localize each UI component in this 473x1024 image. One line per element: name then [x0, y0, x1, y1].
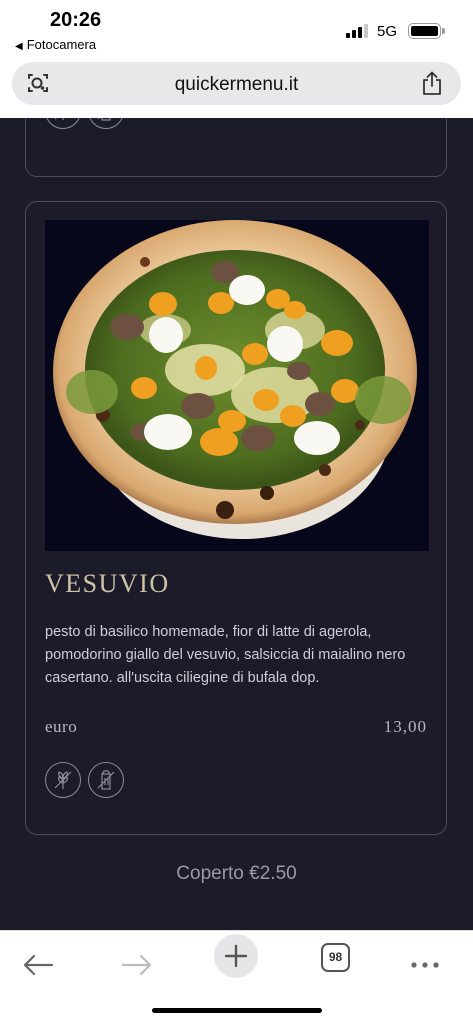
plus-icon — [224, 944, 248, 968]
gluten-icon — [45, 118, 81, 129]
price-label: euro — [45, 717, 78, 736]
back-app-label: Fotocamera — [26, 37, 97, 52]
arrow-left-icon — [23, 954, 54, 976]
signal-icon — [346, 24, 372, 38]
home-indicator — [152, 1008, 322, 1013]
menu-card-previous — [25, 118, 447, 177]
forward-button[interactable] — [115, 943, 159, 987]
new-tab-button[interactable] — [214, 934, 258, 978]
lactose-icon — [88, 118, 124, 129]
lactose-icon — [88, 762, 124, 798]
status-time: 20:26 — [50, 9, 102, 31]
menu-card-vesuvio[interactable]: VESUVIO pesto di basilico homemade, fior… — [25, 201, 447, 835]
back-to-app-link[interactable]: ◀ Fotocamera — [15, 37, 96, 52]
tabs-button[interactable]: 98 — [321, 943, 350, 972]
network-type: 5G — [377, 23, 398, 40]
url-text: quickermenu.it — [174, 74, 299, 95]
more-menu-button[interactable] — [403, 943, 447, 987]
page-content[interactable]: VESUVIO pesto di basilico homemade, fior… — [0, 118, 473, 930]
dish-title: VESUVIO — [45, 569, 170, 598]
more-dots-icon — [411, 962, 439, 968]
status-bar: 20:26 ◀ Fotocamera 5G — [0, 0, 473, 58]
gluten-icon — [45, 762, 81, 798]
back-button[interactable] — [16, 943, 60, 987]
share-icon[interactable] — [421, 71, 443, 96]
arrow-right-icon — [121, 954, 152, 976]
price-value: 13,00 — [383, 717, 427, 736]
pizza-image — [53, 220, 417, 539]
coperto-text: Coperto €2.50 — [176, 863, 297, 884]
battery-icon — [408, 23, 445, 39]
address-bar[interactable]: quickermenu.it — [12, 62, 461, 105]
browser-address-area: quickermenu.it — [0, 58, 473, 118]
back-triangle-icon: ◀ — [15, 41, 23, 52]
dish-description: pesto di basilico homemade, fior di latt… — [45, 624, 406, 686]
pizza-photo — [45, 220, 429, 551]
